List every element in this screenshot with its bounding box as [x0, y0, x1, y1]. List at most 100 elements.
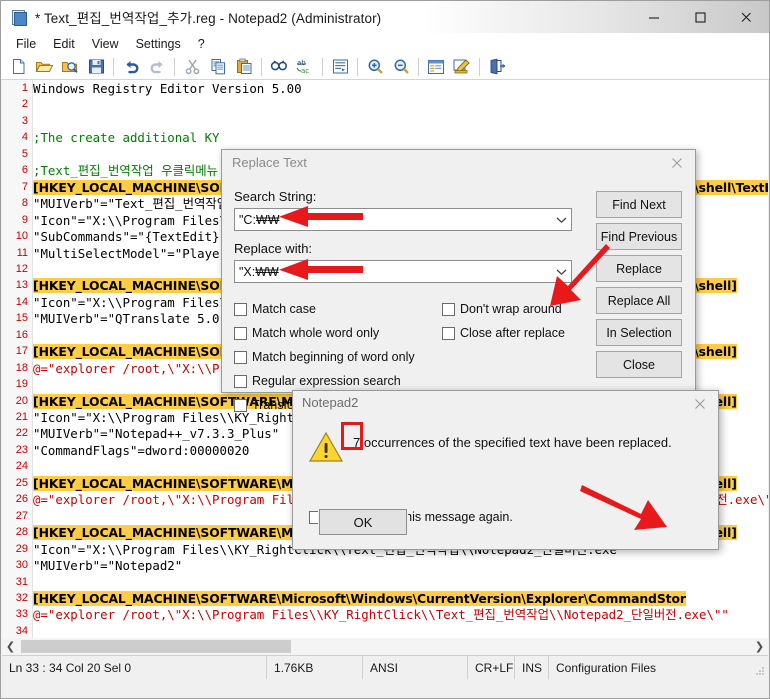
- search-input[interactable]: "C:₩₩: [234, 208, 572, 231]
- resize-grip[interactable]: [755, 666, 765, 676]
- close-button[interactable]: Close: [596, 351, 682, 378]
- redo-icon[interactable]: [144, 55, 170, 79]
- menu-file[interactable]: File: [8, 36, 44, 52]
- code-line[interactable]: "MUIVerb"="Text_편집_번역작업": [33, 196, 236, 212]
- message-text: 7 occurrences of the specified text have…: [353, 435, 672, 450]
- undo-icon[interactable]: [118, 55, 144, 79]
- chevron-right-icon[interactable]: ❯: [751, 638, 768, 655]
- line-number: 31: [15, 575, 28, 588]
- close-icon[interactable]: [686, 394, 714, 414]
- chevron-down-icon[interactable]: [551, 261, 571, 282]
- paste-icon[interactable]: [231, 55, 257, 79]
- exit-icon[interactable]: [484, 55, 510, 79]
- line-number: 6: [21, 164, 28, 177]
- minimize-icon[interactable]: [631, 1, 677, 32]
- zoom-in-icon[interactable]: [362, 55, 388, 79]
- horizontal-scrollbar[interactable]: ❮ ❯: [2, 638, 768, 655]
- save-icon[interactable]: [83, 55, 109, 79]
- status-scheme[interactable]: Configuration Files: [549, 656, 768, 679]
- line-number: 25: [15, 476, 28, 489]
- word-wrap-icon[interactable]: [327, 55, 353, 79]
- line-number: 22: [15, 427, 28, 440]
- checkbox-box[interactable]: [234, 374, 247, 388]
- line-number: 28: [15, 526, 28, 539]
- line-number: 24: [15, 460, 28, 473]
- checkbox-match-case[interactable]: Match case: [234, 302, 316, 316]
- replace-icon[interactable]: ab ac: [292, 55, 318, 79]
- scrollbar-thumb[interactable]: [21, 640, 291, 653]
- checkbox-label: Match whole word only: [252, 326, 380, 340]
- find-icon[interactable]: [266, 55, 292, 79]
- line-number: 18: [15, 361, 28, 374]
- checkbox-box[interactable]: [234, 326, 247, 340]
- find-next-button[interactable]: Find Next: [596, 191, 682, 218]
- code-line[interactable]: Windows Registry Editor Version 5.00: [33, 81, 302, 97]
- checkbox-box[interactable]: [234, 350, 247, 364]
- menu-help[interactable]: ?: [190, 36, 213, 52]
- replace-all-button[interactable]: Replace All: [596, 287, 682, 314]
- line-number: 17: [15, 345, 28, 358]
- window-title: * Text_편집_번역작업_추가.reg - Notepad2 (Admini…: [35, 11, 382, 26]
- window-controls: [631, 1, 769, 32]
- in-selection-button[interactable]: In Selection: [596, 319, 682, 346]
- menu-edit[interactable]: Edit: [45, 36, 83, 52]
- status-insert-mode[interactable]: INS: [515, 656, 549, 679]
- code-line[interactable]: ;The create additional KY: [33, 130, 220, 146]
- code-line[interactable]: [HKEY_LOCAL_MACHINE\SOFTWARE\Microsoft\W…: [33, 590, 686, 607]
- maximize-icon[interactable]: [677, 1, 723, 32]
- new-file-icon[interactable]: [5, 55, 31, 79]
- line-number: 9: [21, 213, 28, 226]
- status-line-ending[interactable]: CR+LF: [468, 656, 515, 679]
- scrollbar-track[interactable]: [19, 638, 751, 655]
- checkbox-dont-wrap-around[interactable]: Don't wrap around: [442, 302, 562, 316]
- line-number: 7: [21, 180, 28, 193]
- checkbox-match-whole-word-only[interactable]: Match whole word only: [234, 326, 379, 340]
- line-number: 10: [15, 230, 28, 243]
- zoom-out-icon[interactable]: [388, 55, 414, 79]
- line-number: 4: [21, 131, 28, 144]
- checkbox-box[interactable]: [234, 398, 247, 412]
- line-number: 15: [15, 312, 28, 325]
- cut-icon[interactable]: [179, 55, 205, 79]
- code-line[interactable]: "MUIVerb"="Notepad2": [33, 558, 182, 574]
- code-line[interactable]: ;Text_편집_번역작업 우클릭메뉴 추가: [33, 163, 248, 179]
- message-dialog-title: Notepad2: [302, 395, 359, 410]
- checkbox-close-after-replace[interactable]: Close after replace: [442, 326, 565, 340]
- code-line[interactable]: "MUIVerb"="Notepad++_v7.3.3_Plus": [33, 426, 279, 442]
- title-bar: * Text_편집_번역작업_추가.reg - Notepad2 (Admini…: [1, 1, 769, 34]
- ok-button[interactable]: OK: [319, 509, 407, 535]
- code-line[interactable]: "MultiSelectModel"="Player": [33, 246, 234, 262]
- checkbox-regular-expression-search[interactable]: Regular expression search: [234, 374, 401, 388]
- replace-input[interactable]: "X:₩₩: [234, 260, 572, 283]
- line-number: 3: [21, 114, 28, 127]
- checkbox-box[interactable]: [442, 302, 455, 316]
- chevron-down-icon[interactable]: [551, 209, 571, 230]
- code-line[interactable]: "CommandFlags"=dword:00000020: [33, 443, 249, 459]
- open-file-icon[interactable]: [31, 55, 57, 79]
- toolbar-separator: [174, 57, 175, 76]
- close-icon[interactable]: [663, 153, 691, 173]
- toolbar-separator: [322, 57, 323, 76]
- line-number-gutter: 1 2 3 4 5 6 7 8 9 10 11 12 13 14 15 16 17 18 19 20 21 22 23 24 2…: [2, 80, 33, 638]
- line-number: 5: [21, 147, 28, 160]
- line-number: 23: [15, 443, 28, 456]
- checkbox-box[interactable]: [442, 326, 455, 340]
- copy-icon[interactable]: [205, 55, 231, 79]
- browse-file-icon[interactable]: [57, 55, 83, 79]
- code-line[interactable]: @="explorer /root,\"X:\\Program Files\\K…: [33, 607, 729, 623]
- checkbox-match-beginning-of-word-only[interactable]: Match beginning of word only: [234, 350, 415, 364]
- status-encoding[interactable]: ANSI: [363, 656, 468, 679]
- replace-button[interactable]: Replace: [596, 255, 682, 282]
- chevron-left-icon[interactable]: ❮: [2, 638, 19, 655]
- close-icon[interactable]: [723, 1, 769, 32]
- customize-scheme-icon[interactable]: [449, 55, 475, 79]
- find-previous-button[interactable]: Find Previous: [596, 223, 682, 250]
- status-filesize: 1.76KB: [267, 656, 363, 679]
- replace-dialog-title: Replace Text: [232, 155, 307, 170]
- checkbox-box[interactable]: [234, 302, 247, 316]
- menu-view[interactable]: View: [84, 36, 127, 52]
- code-line[interactable]: "SubCommands"="{TextEdit}": [33, 229, 227, 245]
- menu-settings[interactable]: Settings: [128, 36, 189, 52]
- scheme-icon[interactable]: [423, 55, 449, 79]
- line-number: 34: [15, 624, 28, 637]
